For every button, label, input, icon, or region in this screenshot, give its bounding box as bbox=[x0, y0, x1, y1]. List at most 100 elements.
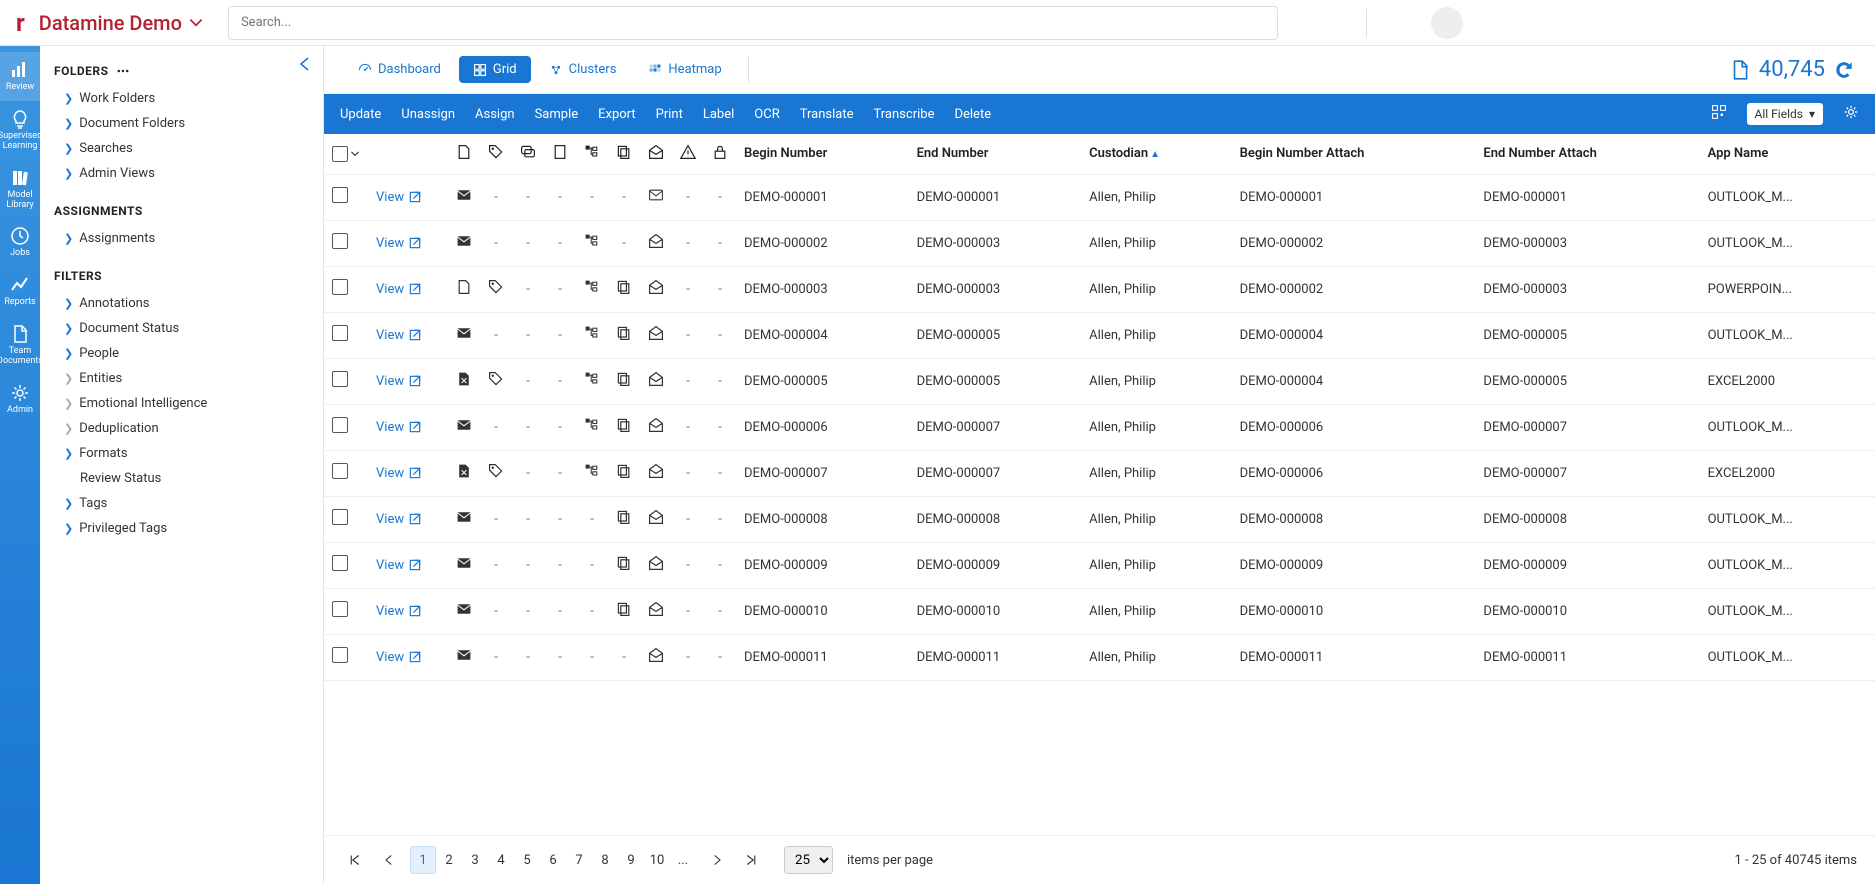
pager-first[interactable] bbox=[342, 846, 368, 874]
row-checkbox[interactable] bbox=[332, 325, 348, 341]
nav-reports[interactable]: Reports bbox=[0, 267, 40, 316]
col-custodian[interactable]: Custodian▲ bbox=[1081, 134, 1231, 174]
action-label[interactable]: Label bbox=[703, 107, 734, 122]
panel-item-admin-views[interactable]: ❯Admin Views bbox=[54, 161, 309, 186]
table-row[interactable]: View - - - - DEMO-000005 DEMO-000005 All… bbox=[324, 358, 1875, 404]
row-checkbox[interactable] bbox=[332, 233, 348, 249]
panel-item-assignments[interactable]: ❯Assignments bbox=[54, 226, 309, 251]
col-end-number[interactable]: End Number bbox=[909, 134, 1082, 174]
nav-review[interactable]: Review bbox=[0, 52, 40, 101]
language-button[interactable] bbox=[1403, 11, 1411, 34]
row-checkbox[interactable] bbox=[332, 555, 348, 571]
pager-page-1[interactable]: 1 bbox=[410, 846, 436, 874]
panel-item-document-folders[interactable]: ❯Document Folders bbox=[54, 111, 309, 136]
table-row[interactable]: View - - - - - - DEMO-000010 DEMO-000010… bbox=[324, 588, 1875, 634]
row-checkbox[interactable] bbox=[332, 509, 348, 525]
pager-page-8[interactable]: 8 bbox=[592, 846, 618, 874]
pager-page-...[interactable]: ... bbox=[670, 846, 696, 874]
filter-annotations[interactable]: ❯Annotations bbox=[54, 291, 309, 316]
pager-prev[interactable] bbox=[376, 846, 402, 874]
pager-page-9[interactable]: 9 bbox=[618, 846, 644, 874]
action-delete[interactable]: Delete bbox=[954, 107, 991, 122]
view-link[interactable]: View bbox=[376, 466, 440, 481]
pager-page-10[interactable]: 10 bbox=[644, 846, 670, 874]
panel-item-searches[interactable]: ❯Searches bbox=[54, 136, 309, 161]
row-checkbox[interactable] bbox=[332, 601, 348, 617]
layout-button[interactable] bbox=[1711, 104, 1727, 124]
table-row[interactable]: View - - - - - - DEMO-000002 DEMO-000003… bbox=[324, 220, 1875, 266]
refresh-icon[interactable] bbox=[1833, 59, 1855, 81]
row-checkbox[interactable] bbox=[332, 279, 348, 295]
table-row[interactable]: View - - - - DEMO-000007 DEMO-000007 All… bbox=[324, 450, 1875, 496]
filter-people[interactable]: ❯People bbox=[54, 341, 309, 366]
help-button[interactable] bbox=[1383, 11, 1391, 34]
row-checkbox[interactable] bbox=[332, 463, 348, 479]
page-size-select[interactable]: 25 bbox=[784, 846, 833, 874]
tab-clusters[interactable]: Clusters bbox=[535, 56, 631, 83]
filter-formats[interactable]: ❯Formats bbox=[54, 441, 309, 466]
filter-entities[interactable]: ❯Entities bbox=[54, 366, 309, 391]
row-checkbox[interactable] bbox=[332, 371, 348, 387]
nav-supervised-learning[interactable]: Supervised Learning bbox=[0, 101, 40, 160]
pager-page-5[interactable]: 5 bbox=[514, 846, 540, 874]
panel-item-work-folders[interactable]: ❯Work Folders bbox=[54, 86, 309, 111]
tab-heatmap[interactable]: Heatmap bbox=[634, 56, 735, 83]
pager-next[interactable] bbox=[704, 846, 730, 874]
locate-button[interactable] bbox=[1302, 11, 1310, 34]
save-button[interactable] bbox=[1322, 11, 1330, 34]
pager-page-3[interactable]: 3 bbox=[462, 846, 488, 874]
view-link[interactable]: View bbox=[376, 604, 440, 619]
app-logo[interactable]: r bbox=[16, 9, 25, 37]
table-row[interactable]: View - - - - - - DEMO-000009 DEMO-000009… bbox=[324, 542, 1875, 588]
action-sample[interactable]: Sample bbox=[535, 107, 579, 122]
action-unassign[interactable]: Unassign bbox=[401, 107, 455, 122]
table-row[interactable]: View - - - - - - - DEMO-000001 DEMO-0000… bbox=[324, 174, 1875, 220]
pager-page-2[interactable]: 2 bbox=[436, 846, 462, 874]
tab-grid[interactable]: Grid bbox=[459, 56, 531, 83]
table-row[interactable]: View - - - - - - DEMO-000008 DEMO-000008… bbox=[324, 496, 1875, 542]
field-selector[interactable]: All Fields ▾ bbox=[1747, 103, 1823, 125]
action-update[interactable]: Update bbox=[340, 107, 381, 122]
col-app-name[interactable]: App Name bbox=[1700, 134, 1875, 174]
filter-review-status[interactable]: Review Status bbox=[54, 466, 309, 491]
nav-model-library[interactable]: Model Library bbox=[0, 160, 40, 219]
col-end-attach[interactable]: End Number Attach bbox=[1475, 134, 1699, 174]
action-print[interactable]: Print bbox=[656, 107, 683, 122]
view-link[interactable]: View bbox=[376, 190, 440, 205]
filter-privileged-tags[interactable]: ❯Privileged Tags bbox=[54, 516, 309, 541]
table-row[interactable]: View - - - - DEMO-000003 DEMO-000003 All… bbox=[324, 266, 1875, 312]
action-translate[interactable]: Translate bbox=[800, 107, 854, 122]
collapse-panel-button[interactable] bbox=[297, 56, 313, 76]
tab-dashboard[interactable]: Dashboard bbox=[344, 56, 455, 83]
row-checkbox[interactable] bbox=[332, 417, 348, 433]
row-checkbox[interactable] bbox=[332, 187, 348, 203]
action-ocr[interactable]: OCR bbox=[754, 107, 779, 122]
more-button[interactable] bbox=[1342, 11, 1350, 34]
view-link[interactable]: View bbox=[376, 650, 440, 665]
action-export[interactable]: Export bbox=[598, 107, 636, 122]
pager-page-7[interactable]: 7 bbox=[566, 846, 592, 874]
view-link[interactable]: View bbox=[376, 558, 440, 573]
project-selector[interactable]: Datamine Demo bbox=[39, 11, 204, 35]
row-checkbox[interactable] bbox=[332, 647, 348, 663]
filter-emotional-intelligence[interactable]: ❯Emotional Intelligence bbox=[54, 391, 309, 416]
select-all-checkbox[interactable] bbox=[332, 146, 348, 162]
filter-tags[interactable]: ❯Tags bbox=[54, 491, 309, 516]
filter-document-status[interactable]: ❯Document Status bbox=[54, 316, 309, 341]
search-input[interactable] bbox=[228, 6, 1278, 40]
pager-page-6[interactable]: 6 bbox=[540, 846, 566, 874]
more-icon[interactable] bbox=[116, 64, 130, 78]
table-row[interactable]: View - - - - - DEMO-000004 DEMO-000005 A… bbox=[324, 312, 1875, 358]
action-assign[interactable]: Assign bbox=[475, 107, 515, 122]
view-link[interactable]: View bbox=[376, 282, 440, 297]
col-begin-attach[interactable]: Begin Number Attach bbox=[1232, 134, 1476, 174]
chevron-down-icon[interactable] bbox=[350, 149, 360, 159]
view-link[interactable]: View bbox=[376, 328, 440, 343]
view-link[interactable]: View bbox=[376, 236, 440, 251]
table-row[interactable]: View - - - - - DEMO-000006 DEMO-000007 A… bbox=[324, 404, 1875, 450]
view-link[interactable]: View bbox=[376, 512, 440, 527]
view-link[interactable]: View bbox=[376, 420, 440, 435]
table-row[interactable]: View - - - - - - - DEMO-000011 DEMO-0000… bbox=[324, 634, 1875, 680]
nav-admin[interactable]: Admin bbox=[0, 375, 40, 424]
settings-button[interactable] bbox=[1843, 104, 1859, 124]
